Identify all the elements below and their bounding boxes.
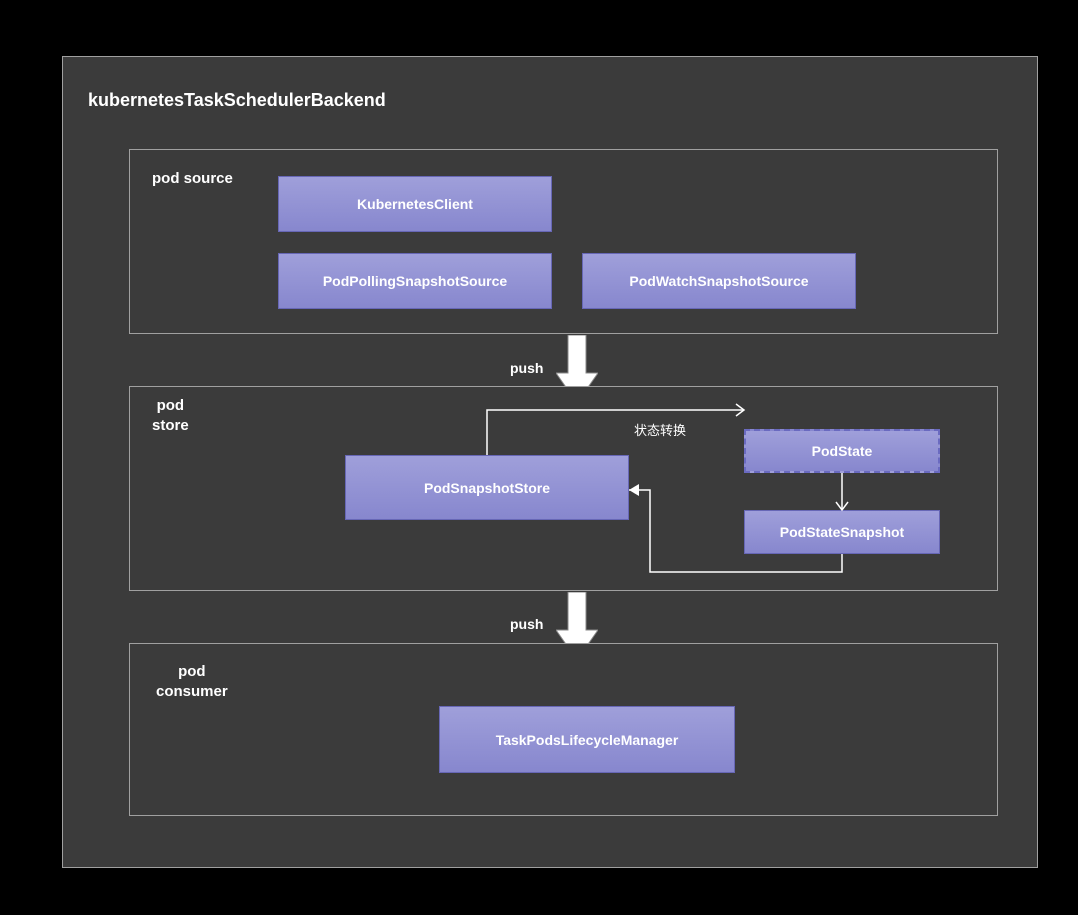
- box-pod-state: PodState: [744, 429, 940, 473]
- section-pod-source: [129, 149, 998, 334]
- box-kubernetes-client: KubernetesClient: [278, 176, 552, 232]
- box-watch-source: PodWatchSnapshotSource: [582, 253, 856, 309]
- box-snapshot-store: PodSnapshotStore: [345, 455, 629, 520]
- box-pod-state-snapshot: PodStateSnapshot: [744, 510, 940, 554]
- diagram-title: kubernetesTaskSchedulerBackend: [88, 90, 386, 111]
- box-label: PodState: [812, 443, 873, 459]
- box-label: KubernetesClient: [357, 196, 473, 212]
- section-label-consumer: pod consumer: [156, 662, 228, 701]
- label-push-2: push: [510, 616, 543, 632]
- box-polling-source: PodPollingSnapshotSource: [278, 253, 552, 309]
- label-push-1: push: [510, 360, 543, 376]
- label-state-transition: 状态转换: [634, 420, 686, 439]
- box-label: PodPollingSnapshotSource: [323, 273, 507, 289]
- section-label-store: pod store: [152, 396, 189, 435]
- box-lifecycle-manager: TaskPodsLifecycleManager: [439, 706, 735, 773]
- box-label: PodWatchSnapshotSource: [629, 273, 808, 289]
- box-label: TaskPodsLifecycleManager: [496, 732, 679, 748]
- section-label-source: pod source: [152, 169, 233, 189]
- box-label: PodStateSnapshot: [780, 524, 904, 540]
- box-label: PodSnapshotStore: [424, 480, 550, 496]
